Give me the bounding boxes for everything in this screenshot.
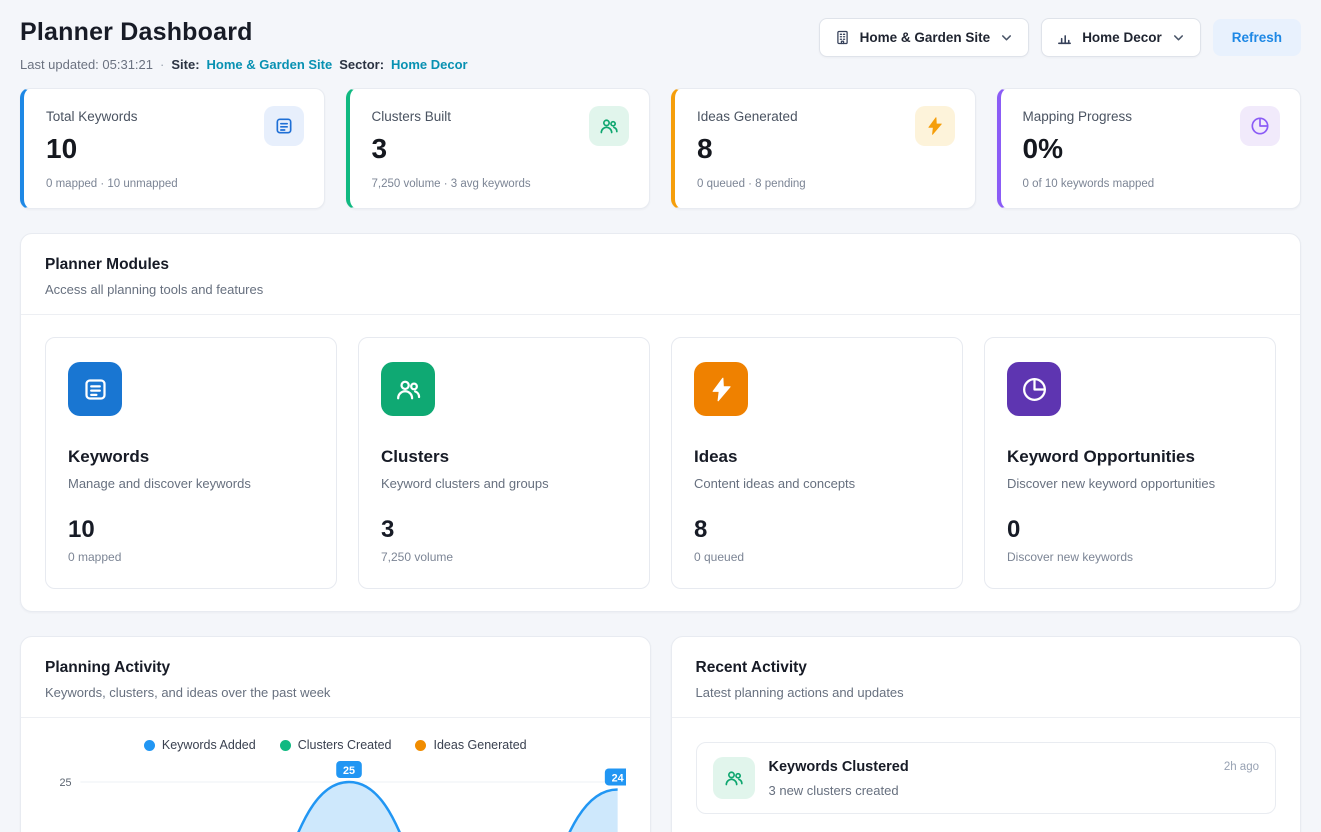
legend-dot-blue (144, 740, 155, 751)
recent-activity-subtitle: Latest planning actions and updates (696, 685, 1277, 700)
planner-modules-panel: Planner Modules Access all planning tool… (20, 233, 1301, 612)
module-title: Ideas (694, 447, 940, 467)
recent-activity-title: Recent Activity (696, 659, 1277, 677)
activity-item-description: 3 new clusters created (769, 783, 1210, 798)
document-icon (68, 362, 122, 416)
legend-dot-green (280, 740, 291, 751)
module-value: 0 (1007, 516, 1253, 544)
planner-dashboard-page: Planner Dashboard Last updated: 05:31:21… (0, 0, 1321, 832)
activity-item-title: Keywords Clustered (769, 759, 1210, 775)
legend-label: Keywords Added (162, 738, 256, 752)
building-icon (834, 29, 851, 46)
svg-text:25: 25 (60, 777, 72, 789)
module-description: Content ideas and concepts (694, 476, 940, 491)
legend-item-clusters-created: Clusters Created (280, 738, 392, 752)
chart-legend: Keywords Added Clusters Created Ideas Ge… (45, 738, 626, 752)
svg-text:25: 25 (343, 765, 355, 777)
planning-activity-title: Planning Activity (45, 659, 626, 677)
pie-chart-icon (1240, 106, 1280, 146)
module-title: Keyword Opportunities (1007, 447, 1253, 467)
svg-text:24: 24 (612, 772, 624, 784)
page-title: Planner Dashboard (20, 18, 468, 47)
stat-subtext: 0 of 10 keywords mapped (1023, 178, 1279, 190)
activity-list-item[interactable]: Keywords Clustered 3 new clusters create… (696, 742, 1277, 814)
meta-separator: · (160, 57, 164, 72)
chevron-down-icon (1171, 30, 1186, 45)
lightning-icon (915, 106, 955, 146)
stat-subtext: 0 queued · 8 pending (697, 178, 953, 190)
site-label: Site: (171, 57, 199, 72)
module-value: 3 (381, 516, 627, 544)
divider (21, 314, 1300, 315)
users-icon (713, 757, 755, 799)
pie-chart-icon (1007, 362, 1061, 416)
module-title: Clusters (381, 447, 627, 467)
sector-label: Sector: (339, 57, 384, 72)
refresh-button[interactable]: Refresh (1213, 19, 1301, 56)
header-controls: Home & Garden Site Home Decor Refresh (819, 18, 1301, 57)
lightning-icon (694, 362, 748, 416)
site-selector-value: Home & Garden Site (860, 30, 991, 45)
divider (672, 717, 1301, 718)
users-icon (381, 362, 435, 416)
bottom-row: Planning Activity Keywords, clusters, an… (20, 636, 1301, 832)
document-icon (264, 106, 304, 146)
activity-item-timestamp: 2h ago (1224, 757, 1259, 773)
legend-dot-orange (415, 740, 426, 751)
module-subtext: 0 queued (694, 550, 940, 564)
last-updated-text: Last updated: 05:31:21 (20, 57, 153, 72)
module-card-keywords[interactable]: Keywords Manage and discover keywords 10… (45, 337, 337, 589)
users-icon (589, 106, 629, 146)
activity-area-chart: 25 25 24 (45, 756, 626, 832)
bar-chart-icon (1056, 29, 1073, 46)
module-card-ideas[interactable]: Ideas Content ideas and concepts 8 0 que… (671, 337, 963, 589)
modules-grid: Keywords Manage and discover keywords 10… (45, 337, 1276, 589)
legend-item-keywords-added: Keywords Added (144, 738, 256, 752)
module-card-clusters[interactable]: Clusters Keyword clusters and groups 3 7… (358, 337, 650, 589)
stat-card-ideas-generated: Ideas Generated 8 0 queued · 8 pending (671, 88, 976, 209)
module-description: Discover new keyword opportunities (1007, 476, 1253, 491)
header-left: Planner Dashboard Last updated: 05:31:21… (20, 18, 468, 72)
module-value: 10 (68, 516, 314, 544)
page-header: Planner Dashboard Last updated: 05:31:21… (20, 18, 1301, 72)
stat-card-total-keywords: Total Keywords 10 0 mapped · 10 unmapped (20, 88, 325, 209)
legend-label: Clusters Created (298, 738, 392, 752)
module-title: Keywords (68, 447, 314, 467)
activity-item-body: Keywords Clustered 3 new clusters create… (769, 757, 1210, 798)
module-description: Keyword clusters and groups (381, 476, 627, 491)
legend-item-ideas-generated: Ideas Generated (415, 738, 526, 752)
site-link[interactable]: Home & Garden Site (207, 57, 333, 72)
chevron-down-icon (999, 30, 1014, 45)
divider (21, 717, 650, 718)
stat-subtext: 7,250 volume · 3 avg keywords (372, 178, 628, 190)
module-subtext: Discover new keywords (1007, 550, 1253, 564)
module-description: Manage and discover keywords (68, 476, 314, 491)
recent-activity-panel: Recent Activity Latest planning actions … (671, 636, 1302, 832)
planning-activity-subtitle: Keywords, clusters, and ideas over the p… (45, 685, 626, 700)
stat-card-mapping-progress: Mapping Progress 0% 0 of 10 keywords map… (997, 88, 1302, 209)
header-meta: Last updated: 05:31:21 · Site: Home & Ga… (20, 57, 468, 72)
activity-chart-container: 25 25 24 (45, 756, 626, 832)
legend-label: Ideas Generated (433, 738, 526, 752)
stats-row: Total Keywords 10 0 mapped · 10 unmapped… (20, 88, 1301, 209)
module-card-keyword-opportunities[interactable]: Keyword Opportunities Discover new keywo… (984, 337, 1276, 589)
planning-activity-panel: Planning Activity Keywords, clusters, an… (20, 636, 651, 832)
stat-card-clusters-built: Clusters Built 3 7,250 volume · 3 avg ke… (346, 88, 651, 209)
module-subtext: 0 mapped (68, 550, 314, 564)
sector-link[interactable]: Home Decor (391, 57, 468, 72)
sector-selector-dropdown[interactable]: Home Decor (1041, 18, 1201, 57)
site-selector-dropdown[interactable]: Home & Garden Site (819, 18, 1030, 57)
modules-panel-subtitle: Access all planning tools and features (45, 282, 1276, 297)
stat-subtext: 0 mapped · 10 unmapped (46, 178, 302, 190)
module-subtext: 7,250 volume (381, 550, 627, 564)
modules-panel-title: Planner Modules (45, 256, 1276, 274)
module-value: 8 (694, 516, 940, 544)
sector-selector-value: Home Decor (1082, 30, 1162, 45)
